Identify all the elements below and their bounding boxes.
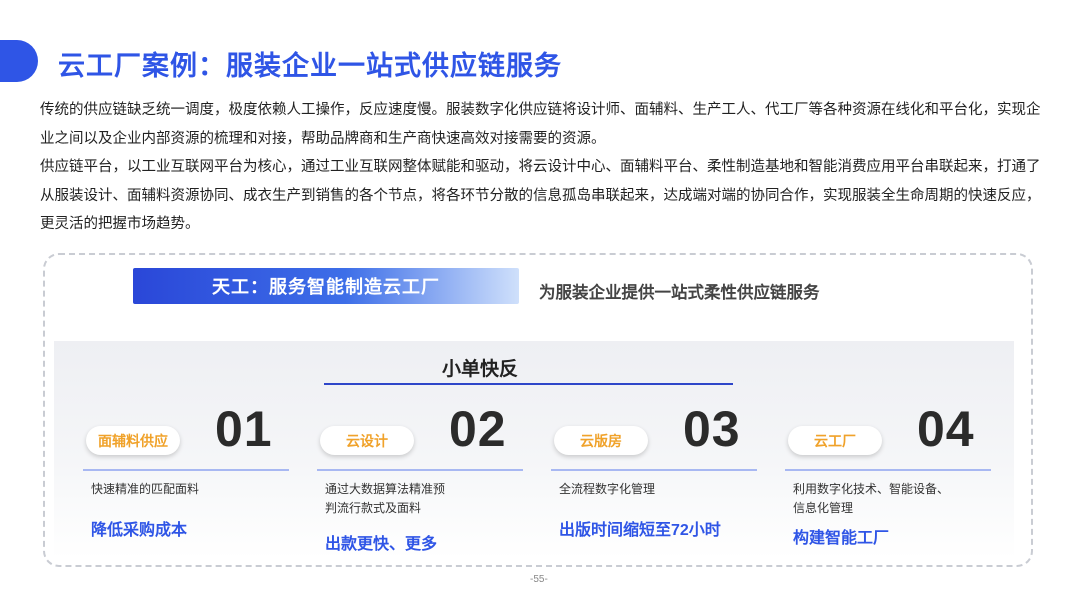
feature-pill: 云设计: [320, 426, 414, 455]
title-accent-tab: [0, 40, 38, 82]
feature-number: 04: [917, 401, 975, 457]
feature-number: 01: [215, 401, 273, 457]
feature-result: 降低采购成本: [91, 522, 188, 539]
feature-result: 出版时间缩短至72小时: [559, 522, 721, 539]
intro-text: 传统的供应链缺乏统一调度，极度依赖人工操作，反应速度慢。服装数字化供应链将设计师…: [40, 96, 1050, 239]
page-title: 云工厂案例：服装企业一站式供应链服务: [58, 51, 562, 81]
feature-card-1: 面辅料供应 01 快速精准的匹配面料 降低采购成本: [83, 400, 289, 560]
page-number: -55-: [530, 574, 548, 585]
feature-divider: [83, 469, 289, 471]
feature-result: 构建智能工厂: [793, 530, 890, 547]
intro-paragraph-1: 传统的供应链缺乏统一调度，极度依赖人工操作，反应速度慢。服装数字化供应链将设计师…: [40, 102, 1041, 147]
feature-description: 快速精准的匹配面料: [91, 482, 200, 496]
feature-card-3: 云版房 03 全流程数字化管理 出版时间缩短至72小时: [551, 400, 757, 560]
feature-divider: [317, 469, 523, 471]
feature-pill: 云版房: [554, 426, 648, 455]
intro-paragraph-2: 供应链平台，以工业互联网平台为核心，通过工业互联网整体赋能和驱动，将云设计中心、…: [40, 159, 1041, 232]
feature-divider: [785, 469, 991, 471]
feature-pill: 面辅料供应: [86, 426, 180, 455]
feature-result: 出款更快、更多: [325, 536, 438, 553]
feature-card-2: 云设计 02 通过大数据算法精准预判流行款式及面料 出款更快、更多: [317, 400, 523, 560]
feature-number: 02: [449, 401, 507, 457]
platform-subtitle: 为服装企业提供一站式柔性供应链服务: [539, 284, 820, 302]
feature-divider: [551, 469, 757, 471]
feature-pill: 云工厂: [788, 426, 882, 455]
features-heading-underline: [324, 383, 733, 385]
feature-description: 全流程数字化管理: [559, 482, 656, 496]
platform-banner: 天工：服务智能制造云工厂: [133, 268, 519, 304]
feature-description: 通过大数据算法精准预判流行款式及面料: [325, 482, 446, 515]
feature-card-4: 云工厂 04 利用数字化技术、智能设备、信息化管理 构建智能工厂: [785, 400, 991, 560]
feature-description: 利用数字化技术、智能设备、信息化管理: [793, 482, 950, 515]
features-heading: 小单快反: [441, 359, 519, 380]
feature-number: 03: [683, 401, 741, 457]
